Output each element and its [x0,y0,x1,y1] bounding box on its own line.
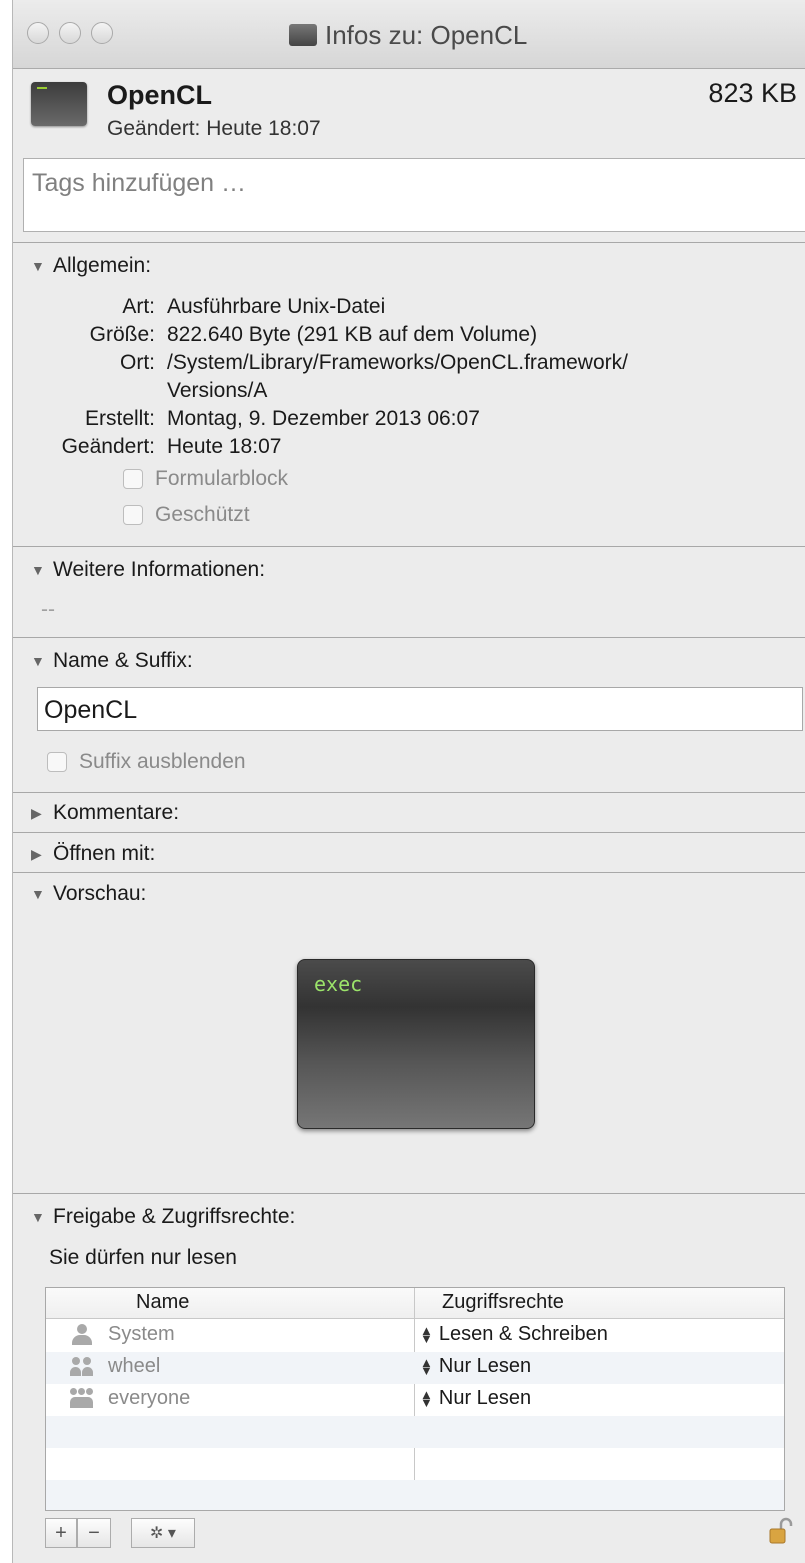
stationery-checkbox[interactable] [123,469,143,489]
empty-row [46,1480,784,1510]
hide-suffix-label: Suffix ausblenden [79,750,246,773]
info-value: Montag, 9. Dezember 2013 06:07 [167,407,480,430]
close-button[interactable] [27,22,49,44]
preview-text: exec [314,972,363,996]
divider [13,832,805,833]
user-name: System [108,1323,175,1345]
section-open-with-toggle[interactable]: ▶ Öffnen mit: [31,842,155,866]
divider [13,546,805,547]
table-header: Name Zugriffsrechte [46,1288,784,1319]
group-icon [70,1356,94,1378]
column-privilege-header[interactable]: Zugriffsrechte [442,1291,564,1314]
window-title-group: Infos zu: OpenCL [289,18,527,52]
info-window: Infos zu: OpenCL OpenCL 823 KB Geändert:… [12,0,805,1563]
action-menu-button[interactable]: ✲ ▾ [131,1518,195,1548]
section-more-info-title: Weitere Informationen: [53,558,266,581]
info-label: Größe: [89,323,155,346]
file-modified: Geändert: Heute 18:07 [107,117,321,140]
name-field[interactable]: OpenCL [37,687,803,731]
title-bar[interactable]: Infos zu: OpenCL [13,0,805,69]
privilege-value: Nur Lesen [438,1355,532,1377]
section-more-info-toggle[interactable]: ▼ Weitere Informationen: [31,558,265,582]
sharing-status: Sie dürfen nur lesen [49,1246,237,1269]
tags-input[interactable]: Tags hinzufügen … [23,158,805,232]
divider [13,792,805,793]
divider [13,872,805,873]
stationery-label: Formularblock [155,467,289,490]
popup-arrows-icon: ▲ ▼ [420,1322,433,1346]
user-cell: System [70,1323,175,1346]
info-label: Geändert: [61,435,155,458]
more-info-empty: -- [41,598,55,621]
popup-arrows-icon: ▲ ▼ [420,1354,433,1378]
user-cell: wheel [70,1355,160,1378]
section-sharing-title: Freigabe & Zugriffsrechte: [53,1205,296,1228]
section-preview-toggle[interactable]: ▼ Vorschau: [31,882,146,906]
everyone-icon [70,1387,94,1410]
section-preview-title: Vorschau: [53,882,147,905]
privilege-popup[interactable]: ▲ ▼ Nur Lesen [420,1387,531,1410]
section-name-toggle[interactable]: ▼ Name & Suffix: [31,649,193,673]
locked-checkbox-row[interactable]: Geschützt [123,503,250,527]
divider [13,242,805,243]
section-general-toggle[interactable]: ▼ Allgemein: [31,254,151,278]
file-icon [31,82,87,126]
section-open-with-title: Öffnen mit: [53,842,156,865]
section-comments-toggle[interactable]: ▶ Kommentare: [31,801,179,825]
table-row[interactable]: System ▲ ▼ Lesen & Schreiben [46,1320,784,1352]
divider [13,1193,805,1194]
privilege-popup[interactable]: ▲ ▼ Lesen & Schreiben [420,1323,608,1346]
minimize-button[interactable] [59,22,81,44]
disclosure-right-icon: ▶ [31,804,42,821]
remove-user-button[interactable]: − [77,1518,111,1548]
info-value: Ausführbare Unix-Datei [167,295,386,318]
stationery-checkbox-row[interactable]: Formularblock [123,467,288,491]
privilege-popup[interactable]: ▲ ▼ Nur Lesen [420,1355,531,1378]
info-label: Ort: [120,351,155,374]
empty-row [46,1416,784,1448]
section-general-title: Allgemein: [53,254,152,277]
disclosure-down-icon: ▼ [31,653,45,669]
disclosure-down-icon: ▼ [31,1209,45,1225]
section-name-title: Name & Suffix: [53,649,193,672]
user-cell: everyone [70,1387,190,1410]
info-label: Art: [122,295,155,318]
info-value: /System/Library/Frameworks/OpenCL.framew… [167,351,628,374]
info-value: 822.640 Byte (291 KB auf dem Volume) [167,323,538,346]
user-icon [70,1323,94,1346]
window-title: Infos zu: OpenCL [325,19,528,50]
section-sharing-toggle[interactable]: ▼ Freigabe & Zugriffsrechte: [31,1205,295,1229]
lock-icon[interactable] [769,1516,793,1546]
permissions-table: Name Zugriffsrechte System ▲ ▼ Lesen & Sc… [45,1287,785,1511]
info-value: Versions/A [167,379,268,402]
empty-row [46,1448,784,1480]
file-size: 823 KB [708,78,797,108]
divider [13,637,805,638]
disclosure-down-icon: ▼ [31,258,45,274]
info-label: Erstellt: [84,407,155,430]
executable-icon [289,24,317,46]
locked-label: Geschützt [155,503,250,526]
disclosure-down-icon: ▼ [31,886,45,902]
file-name: OpenCL [107,80,212,110]
info-value: Heute 18:07 [167,435,282,458]
hide-suffix-row[interactable]: Suffix ausblenden [47,750,246,774]
hide-suffix-checkbox[interactable] [47,752,67,772]
locked-checkbox[interactable] [123,505,143,525]
disclosure-right-icon: ▶ [31,845,42,862]
add-user-button[interactable]: + [45,1518,77,1548]
table-row[interactable]: everyone ▲ ▼ Nur Lesen [46,1384,784,1416]
preview-image: exec [297,959,535,1129]
section-comments-title: Kommentare: [53,801,180,824]
privilege-value: Lesen & Schreiben [438,1323,608,1345]
zoom-button[interactable] [91,22,113,44]
user-name: wheel [108,1355,161,1377]
privilege-value: Nur Lesen [438,1387,532,1409]
disclosure-down-icon: ▼ [31,562,45,578]
user-name: everyone [108,1387,191,1409]
column-name-header[interactable]: Name [136,1291,189,1314]
table-row[interactable]: wheel ▲ ▼ Nur Lesen [46,1352,784,1384]
popup-arrows-icon: ▲ ▼ [420,1386,433,1410]
